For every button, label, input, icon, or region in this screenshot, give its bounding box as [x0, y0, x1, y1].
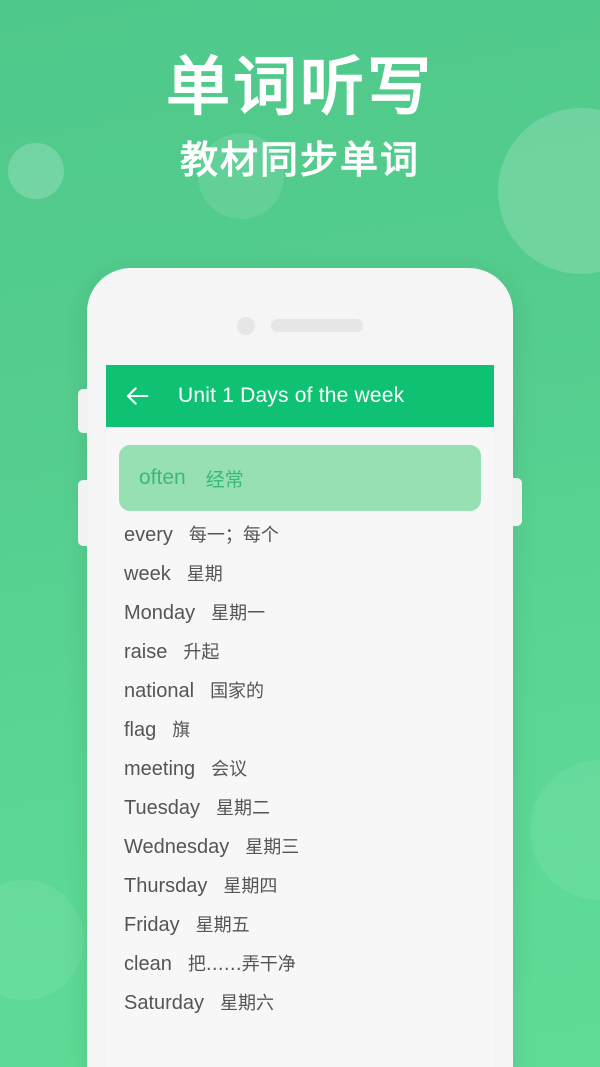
word-english: clean: [124, 953, 172, 975]
camera-icon: [237, 316, 255, 335]
phone-top-bezel: [87, 268, 513, 365]
hero-heading: 单词听写 教材同步单词: [0, 0, 600, 184]
word-row[interactable]: clean 把……弄干净: [106, 950, 494, 989]
phone-screen: Unit 1 Days of the week often 经常 every 每一；每…: [106, 365, 494, 1067]
word-chinese: 星期五: [195, 915, 250, 936]
word-chinese: 每一；每个: [188, 525, 279, 546]
word-english: Tuesday: [124, 797, 200, 819]
word-row[interactable]: Monday 星期一: [106, 599, 494, 638]
word-chinese: 经常: [205, 468, 244, 491]
phone-mockup: Unit 1 Days of the week often 经常 every 每一；每…: [78, 268, 522, 1067]
volume-up-button[interactable]: [78, 389, 88, 433]
app-bar: Unit 1 Days of the week: [106, 365, 494, 427]
word-english: every: [124, 524, 173, 546]
word-chinese: 升起: [183, 642, 220, 663]
page-title: 单词听写: [166, 51, 434, 125]
word-chinese: 把……弄干净: [187, 954, 296, 975]
word-chinese: 星期一: [211, 603, 266, 624]
word-english: Friday: [124, 914, 180, 936]
word-english: often: [139, 466, 186, 489]
arrow-left-icon[interactable]: [124, 382, 152, 410]
volume-down-button[interactable]: [78, 480, 88, 546]
word-list: often 经常 every 每一；每个 week 星期 Monday 星期一 raise 升起 n…: [106, 427, 494, 1028]
word-chinese: 星期四: [223, 876, 278, 897]
word-row[interactable]: raise 升起: [106, 638, 494, 677]
word-row[interactable]: every 每一；每个: [106, 521, 494, 560]
word-english: raise: [124, 641, 168, 663]
word-chinese: 星期六: [220, 993, 275, 1014]
word-chinese: 旗: [172, 720, 191, 741]
word-chinese: 会议: [211, 759, 248, 780]
word-english: Saturday: [124, 992, 205, 1014]
word-row-selected[interactable]: often 经常: [119, 445, 481, 511]
word-row[interactable]: Tuesday 星期二: [106, 794, 494, 833]
page-subtitle: 教材同步单词: [179, 138, 420, 182]
word-row[interactable]: Friday 星期五: [106, 911, 494, 950]
word-row[interactable]: Saturday 星期六: [106, 989, 494, 1028]
word-english: flag: [124, 719, 157, 741]
word-english: Monday: [124, 602, 196, 624]
word-chinese: 星期二: [215, 798, 270, 819]
word-english: Wednesday: [124, 836, 230, 858]
word-row[interactable]: Wednesday 星期三: [106, 833, 494, 872]
word-row[interactable]: flag 旗: [106, 716, 494, 755]
word-english: Thursday: [124, 875, 208, 897]
word-chinese: 国家的: [210, 681, 265, 702]
word-row[interactable]: national 国家的: [106, 677, 494, 716]
word-english: national: [124, 680, 195, 702]
word-english: week: [124, 563, 171, 585]
word-chinese: 星期三: [245, 837, 300, 858]
word-row[interactable]: week 星期: [106, 560, 494, 599]
app-bar-title: Unit 1 Days of the week: [178, 384, 405, 407]
word-chinese: 星期: [186, 564, 223, 585]
decorative-circle-bottom-right: [530, 760, 600, 900]
speaker-icon: [271, 319, 363, 332]
promo-screenshot: 单词听写 教材同步单词 Unit 1 Days of the week ofte…: [0, 0, 600, 1067]
word-row[interactable]: meeting 会议: [106, 755, 494, 794]
word-row[interactable]: Thursday 星期四: [106, 872, 494, 911]
decorative-circle-bottom-left: [0, 880, 84, 1000]
word-english: meeting: [124, 758, 196, 780]
power-button[interactable]: [512, 478, 522, 526]
